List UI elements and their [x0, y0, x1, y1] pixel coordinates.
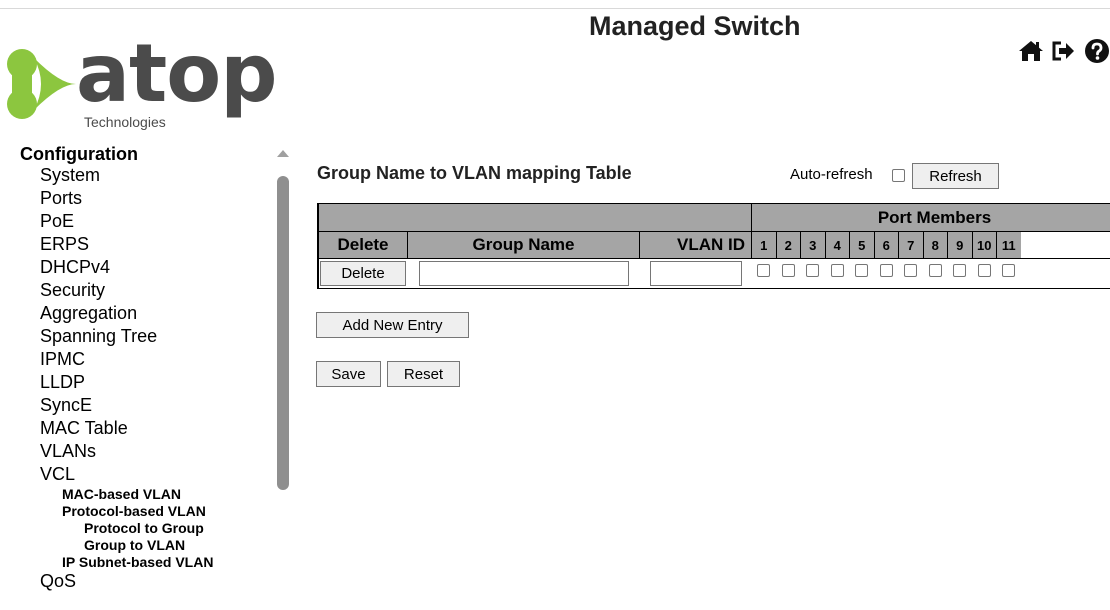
group-vlan-table: Port Members Delete Group Name VLAN ID 1… — [317, 203, 1110, 289]
nav-item-mac-based-vlan[interactable]: MAC-based VLAN — [20, 486, 213, 503]
nav-heading-configuration[interactable]: Configuration — [20, 144, 213, 164]
table-divider — [849, 231, 850, 258]
nav-item-qos[interactable]: QoS — [20, 571, 213, 591]
refresh-button[interactable]: Refresh — [912, 163, 999, 189]
col-header-group-name: Group Name — [408, 232, 639, 258]
nav-item-system[interactable]: System — [20, 164, 213, 187]
port-member-checkbox[interactable] — [757, 264, 770, 277]
port-member-checkbox[interactable] — [879, 264, 893, 277]
port-col-header: 3 — [801, 232, 825, 258]
table-border-top — [317, 203, 1110, 204]
app-title: Managed Switch — [589, 11, 801, 41]
header-blank-cell — [319, 204, 751, 231]
table-divider — [775, 231, 777, 258]
nav-item-ports[interactable]: Ports — [20, 187, 213, 210]
table-divider — [922, 231, 924, 258]
nav-item-security[interactable]: Security — [20, 279, 213, 302]
nav-item-lldp[interactable]: LLDP — [20, 371, 213, 394]
port-member-checkbox[interactable] — [806, 264, 819, 277]
vlan-id-input[interactable] — [650, 261, 742, 286]
auto-refresh-checkbox[interactable] — [892, 169, 905, 182]
port-member-checkbox[interactable] — [904, 264, 917, 277]
table-divider — [947, 231, 948, 258]
table-border-bottom — [317, 288, 1110, 289]
auto-refresh-label: Auto-refresh — [790, 166, 873, 183]
table-divider — [317, 258, 1110, 259]
nav-item-erps[interactable]: ERPS — [20, 233, 213, 256]
port-col-header: 6 — [874, 232, 898, 258]
table-divider — [873, 231, 875, 258]
nav-item-protocol-to-group[interactable]: Protocol to Group — [20, 520, 213, 537]
table-divider — [751, 203, 752, 258]
port-member-checkbox[interactable] — [781, 264, 795, 277]
nav-item-protocol-based-vlan[interactable]: Protocol-based VLAN — [20, 503, 213, 520]
port-col-header: 4 — [825, 232, 849, 258]
table-divider — [971, 231, 973, 258]
port-col-header: 8 — [923, 232, 947, 258]
nav-item-vlans[interactable]: VLANs — [20, 440, 213, 463]
table-divider — [639, 231, 640, 258]
table-divider — [800, 231, 801, 258]
port-col-header: 5 — [850, 232, 874, 258]
nav-item-spanning-tree[interactable]: Spanning Tree — [20, 325, 213, 348]
col-header-delete: Delete — [319, 232, 407, 258]
port-col-header: 2 — [776, 232, 800, 258]
port-member-checkbox[interactable] — [1002, 264, 1015, 277]
table-divider — [996, 231, 997, 258]
help-icon[interactable] — [1084, 38, 1110, 68]
table-border-left — [317, 203, 319, 289]
table-divider — [824, 231, 826, 258]
nav-tree: Configuration System Ports PoE ERPS DHCP… — [20, 144, 213, 591]
port-col-header: 7 — [899, 232, 923, 258]
nav-item-dhcpv4[interactable]: DHCPv4 — [20, 256, 213, 279]
port-members-header: Port Members — [752, 204, 1110, 231]
port-col-header: 10 — [972, 232, 996, 258]
sidebar-scrollbar-thumb[interactable] — [277, 176, 289, 490]
table-divider — [407, 231, 408, 258]
port-member-checkbox[interactable] — [953, 264, 966, 277]
port-member-checkbox[interactable] — [928, 264, 942, 277]
home-icon[interactable] — [1018, 38, 1046, 68]
nav-item-synce[interactable]: SyncE — [20, 394, 213, 417]
page-title: Group Name to VLAN mapping Table — [317, 163, 632, 183]
port-member-checkbox[interactable] — [977, 264, 991, 277]
nav-item-ip-subnet-based-vlan[interactable]: IP Subnet-based VLAN — [20, 554, 213, 571]
table-divider — [317, 231, 1110, 232]
group-name-input[interactable] — [419, 261, 629, 286]
atop-logo: atop Technologies — [4, 27, 284, 132]
row-delete-button[interactable]: Delete — [320, 261, 406, 286]
logo-mark-icon — [7, 49, 76, 119]
save-button[interactable]: Save — [316, 361, 381, 387]
port-member-checkbox[interactable] — [855, 264, 868, 277]
reset-button[interactable]: Reset — [387, 361, 460, 387]
nav-item-group-to-vlan[interactable]: Group to VLAN — [20, 537, 213, 554]
nav-item-mac-table[interactable]: MAC Table — [20, 417, 213, 440]
port-col-header: 1 — [752, 232, 776, 258]
top-divider — [0, 8, 1110, 9]
logo-subtitle: Technologies — [84, 114, 166, 130]
nav-item-aggregation[interactable]: Aggregation — [20, 302, 213, 325]
scroll-up-arrow-icon[interactable] — [277, 150, 289, 157]
port-col-header: 9 — [948, 232, 972, 258]
add-new-entry-button[interactable]: Add New Entry — [316, 312, 469, 338]
logout-icon[interactable] — [1050, 38, 1078, 68]
nav-item-poe[interactable]: PoE — [20, 210, 213, 233]
port-member-checkbox[interactable] — [830, 264, 844, 277]
logo-wordmark: atop — [76, 27, 277, 120]
nav-item-ipmc[interactable]: IPMC — [20, 348, 213, 371]
col-header-vlan-id: VLAN ID — [640, 232, 751, 258]
port-col-header: 11 — [997, 232, 1021, 258]
nav-item-vcl[interactable]: VCL — [20, 463, 213, 486]
table-divider — [898, 231, 899, 258]
sidebar: Configuration System Ports PoE ERPS DHCP… — [0, 140, 298, 610]
